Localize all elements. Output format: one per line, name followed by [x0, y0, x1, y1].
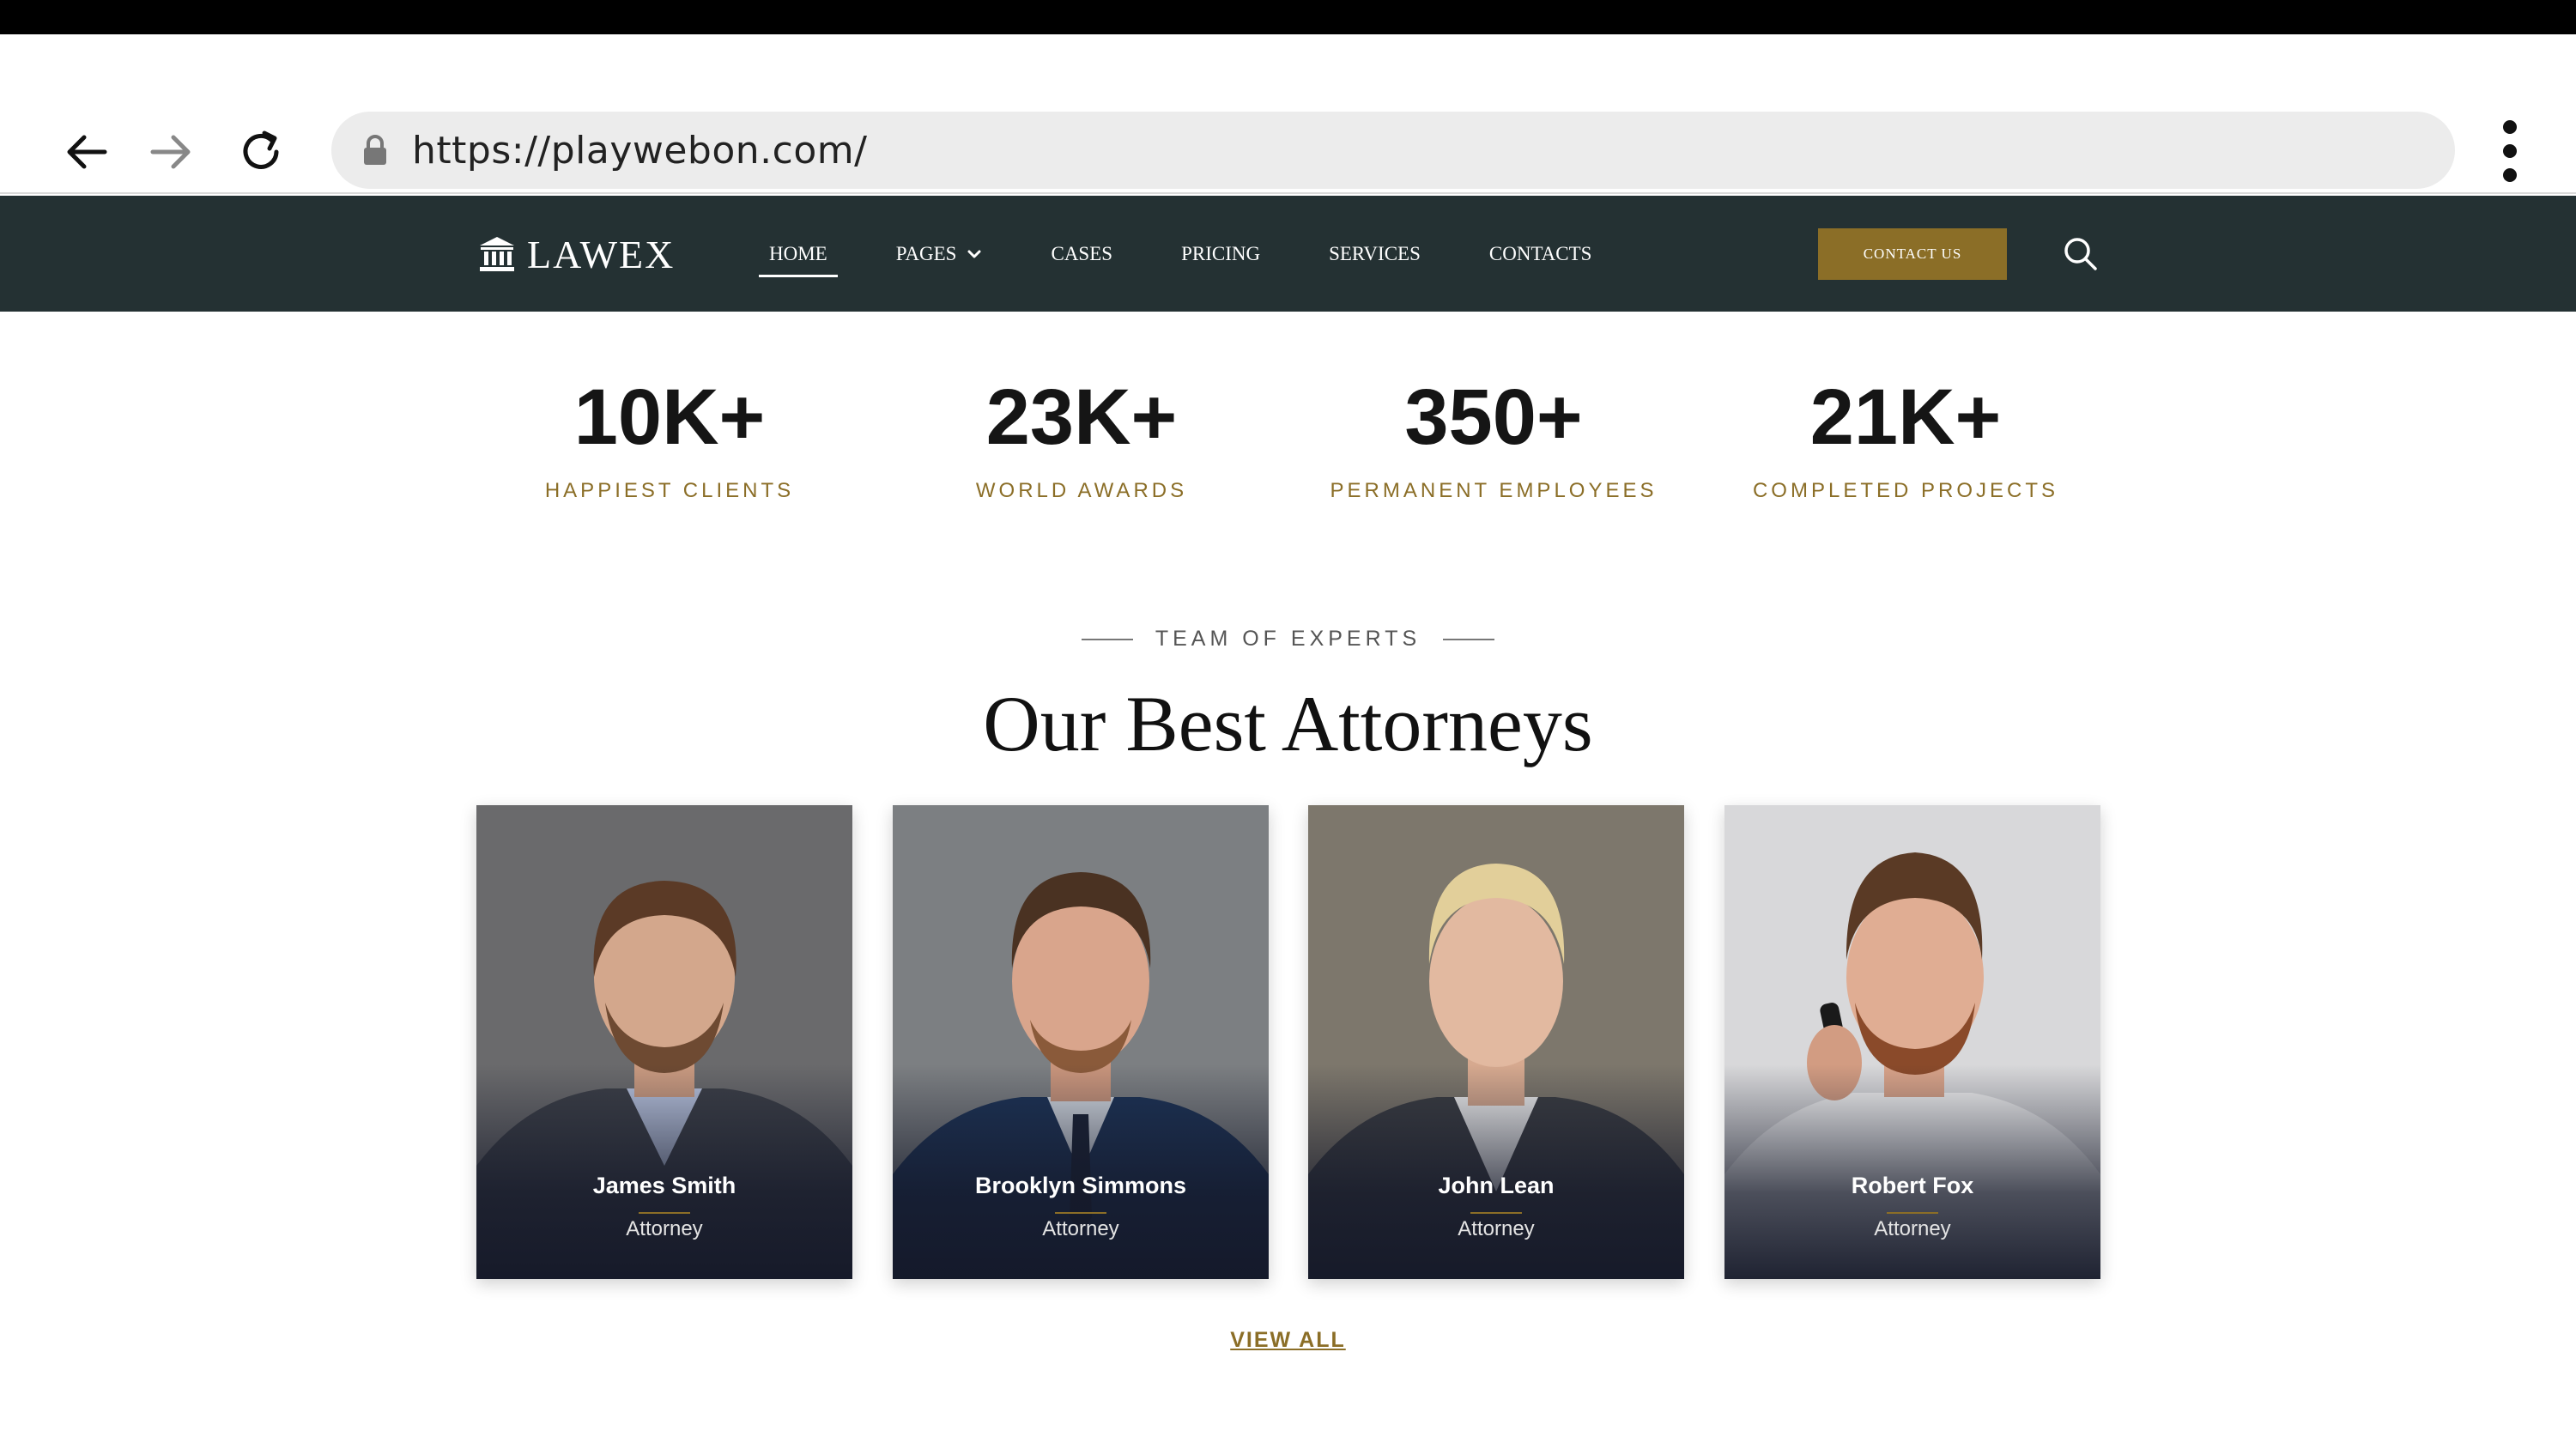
address-bar[interactable]: https://playwebon.com/	[331, 112, 2455, 189]
attorney-cards: James Smith Attorney Brooklyn Simmons At…	[0, 805, 2576, 1279]
lock-icon	[364, 135, 386, 165]
forward-button[interactable]	[142, 113, 197, 191]
stat-value: 21K+	[1809, 373, 2002, 461]
nav-label: SERVICES	[1329, 242, 1421, 264]
stat-value: 10K+	[573, 373, 766, 461]
stat-permanent-employees: 350+ PERMANENT EMPLOYEES	[1296, 378, 1691, 503]
stat-label: COMPLETED PROJECTS	[1752, 479, 2059, 502]
url-text[interactable]: https://playwebon.com/	[412, 129, 867, 173]
nav-item-home[interactable]: HOME	[759, 233, 838, 277]
attorney-card[interactable]: Brooklyn Simmons Attorney	[893, 805, 1269, 1279]
reload-icon	[243, 130, 279, 169]
divider	[1470, 1212, 1522, 1214]
courthouse-icon	[480, 237, 514, 271]
logo-text: LAWEX	[527, 232, 676, 276]
stat-value: 350+	[1404, 373, 1583, 461]
back-button[interactable]	[60, 113, 115, 191]
divider	[1443, 638, 1495, 640]
attorney-role: Attorney	[626, 1217, 703, 1240]
attorney-role: Attorney	[1874, 1217, 1951, 1240]
attorney-name[interactable]: James Smith	[476, 1173, 852, 1199]
divider	[639, 1212, 690, 1214]
kebab-menu-icon[interactable]	[2493, 120, 2527, 182]
section-eyebrow: TEAM OF EXPERTS	[0, 627, 2576, 652]
nav-label: HOME	[769, 242, 827, 264]
stat-happiest-clients: 10K+ HAPPIEST CLIENTS	[472, 378, 867, 503]
stat-world-awards: 23K+ WORLD AWARDS	[884, 378, 1279, 503]
site-header: LAWEX HOME PAGES CASES PRICING SERVICES …	[0, 196, 2576, 312]
card-overlay	[476, 1064, 852, 1279]
logo[interactable]: LAWEX	[477, 227, 675, 282]
attorney-card[interactable]: James Smith Attorney	[476, 805, 852, 1279]
attorney-card[interactable]: Robert Fox Attorney	[1724, 805, 2100, 1279]
nav-label: CONTACTS	[1488, 242, 1592, 264]
eyebrow-text: TEAM OF EXPERTS	[1155, 627, 1421, 651]
card-overlay	[893, 1064, 1269, 1279]
reload-button[interactable]	[233, 113, 288, 191]
section-title: Our Best Attorneys	[983, 680, 1593, 767]
nav-item-services[interactable]: SERVICES	[1318, 233, 1431, 276]
view-all-link[interactable]: VIEW ALL	[1230, 1328, 1346, 1352]
attorney-card[interactable]: John Lean Attorney	[1308, 805, 1684, 1279]
stat-label: PERMANENT EMPLOYEES	[1330, 479, 1658, 502]
divider	[1887, 1212, 1938, 1214]
attorney-name[interactable]: Robert Fox	[1724, 1173, 2100, 1199]
view-all-wrapper: VIEW ALL	[0, 1328, 2576, 1353]
attorney-role: Attorney	[1042, 1217, 1119, 1240]
nav-item-pages[interactable]: PAGES	[886, 233, 993, 276]
divider	[1055, 1212, 1106, 1214]
nav-label: PAGES	[895, 242, 957, 264]
stat-value: 23K+	[985, 373, 1178, 461]
chevron-down-icon	[967, 250, 981, 258]
card-overlay	[1308, 1064, 1684, 1279]
stat-label: WORLD AWARDS	[975, 479, 1188, 502]
status-bar	[0, 0, 2576, 34]
nav-item-cases[interactable]: CASES	[1040, 233, 1123, 276]
divider	[1081, 638, 1133, 640]
forward-arrow-icon	[150, 135, 191, 169]
main-nav: HOME PAGES CASES PRICING SERVICES CONTAC…	[759, 196, 1650, 312]
card-overlay	[1724, 1064, 2100, 1279]
back-arrow-icon	[67, 135, 107, 169]
nav-item-pricing[interactable]: PRICING	[1171, 233, 1270, 276]
nav-item-contacts[interactable]: CONTACTS	[1479, 233, 1603, 276]
stat-completed-projects: 21K+ COMPLETED PROJECTS	[1708, 378, 2103, 503]
browser-toolbar: https://playwebon.com/	[0, 34, 2576, 194]
nav-label: CASES	[1051, 242, 1113, 264]
attorney-name[interactable]: John Lean	[1308, 1173, 1684, 1199]
contact-us-button[interactable]: CONTACT US	[1818, 228, 2007, 280]
attorney-name[interactable]: Brooklyn Simmons	[893, 1173, 1269, 1199]
nav-label: PRICING	[1181, 242, 1261, 264]
attorney-role: Attorney	[1458, 1217, 1535, 1240]
stat-label: HAPPIEST CLIENTS	[544, 479, 795, 502]
search-icon[interactable]	[2060, 233, 2101, 275]
